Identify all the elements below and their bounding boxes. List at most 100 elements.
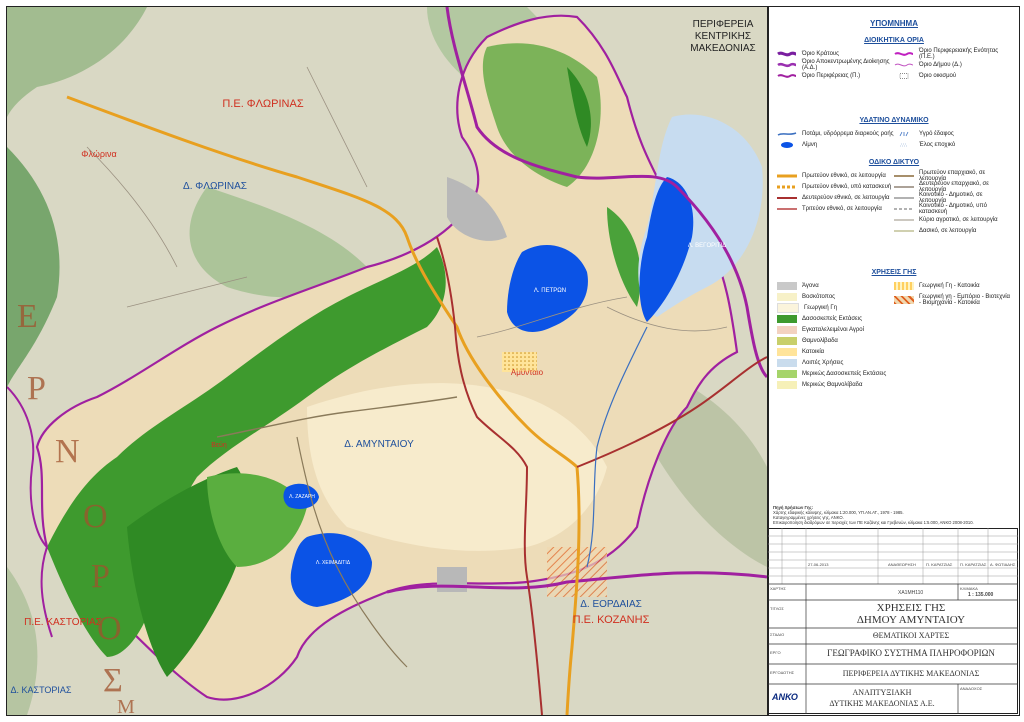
legend-label: Όριο Περιφέρειας (Π.) — [802, 72, 861, 79]
region-label-central-3: ΜΑΚΕΔΟΝΙΑΣ — [690, 43, 755, 54]
legend-item-georgiki-katoikia: Γεωργική Γη - Κατοικία — [894, 280, 1011, 291]
dasos-swatch — [777, 314, 797, 323]
legend-label: Λοιπές Χρήσεις — [802, 359, 844, 366]
legend-label: Κύριο αγροτικό, σε λειτουργία — [919, 216, 998, 223]
title-block: 27-06-2013 ΑΝΑΘΕΩΡΗΣΗ Π. ΚΑΡΑΤΖΙΑΣ Π. ΚΑ… — [768, 528, 1018, 714]
map-no-label: ΧΑΡΤΗΣ — [770, 586, 786, 591]
legend-label: Όριο Κράτους — [802, 50, 840, 57]
legend-label: Μερικώς Δασοσκεπείς Εκτάσεις — [802, 370, 887, 377]
mixed-use-swatch — [894, 296, 914, 304]
date-value: 27-06-2013 — [808, 562, 829, 567]
legend-item-settlement-boundary: Όριο οικισμού — [894, 70, 1011, 81]
contractor-name-1: ΑΝΑΠΤΥΞΙΑΚΗ — [852, 688, 912, 697]
legend-item-road-tertiary: Τριτεύον εθνικό, σε λειτουργία — [777, 203, 894, 214]
prov-primary-icon — [894, 174, 914, 177]
legend-label: Θαμνολίβαδα — [802, 337, 838, 344]
scale-label: ΚΛΙΜΑΚΑ — [960, 586, 978, 591]
legend-item-katoikia: Κατοικία — [777, 346, 894, 357]
unit-label-kozani: Π.Ε. ΚΟΖΑΝΗΣ — [573, 614, 650, 626]
legend-label: Άγονα — [802, 282, 819, 289]
map-frame[interactable]: ΠΕΡΙΦΕΡΕΙΑ ΚΕΝΤΡΙΚΗΣ ΜΑΚΕΔΟΝΙΑΣ Π.Ε. ΦΛΩ… — [6, 6, 768, 716]
legend-item-thamno: Θαμνολίβαδα — [777, 335, 894, 346]
mountain-letter-m: Μ — [117, 696, 135, 715]
decentralized-boundary-icon — [777, 62, 797, 67]
legend-label: Πρωτεύον εθνικό, σε λειτουργία — [802, 172, 886, 179]
legend-item-seasonal-marsh: Έλος εποχικό — [894, 139, 1011, 150]
mountain-letter-o1: Ο — [83, 498, 108, 535]
designed-by: Π. ΚΑΡΑΤΖΙΑΣ — [926, 562, 953, 567]
legend-item-region-boundary: Όριο Περιφέρειας (Π.) — [777, 70, 894, 81]
legend-label: Υγρό έδαφος — [919, 130, 954, 137]
barren-patch-south — [437, 567, 467, 592]
sources-note: Πηγή Χρήσεων Γης: Χάρτης εδαφικής κάλυψη… — [773, 505, 1015, 525]
contractor-label: ΑΝΑΔΟΧΟΣ — [960, 686, 983, 691]
municipality-boundary-icon — [894, 63, 914, 66]
settlement-boundary-icon — [899, 72, 909, 79]
legend-label: Εγκαταλελειμένοι Αγροί — [802, 326, 864, 333]
thamno-swatch — [777, 336, 797, 345]
legend-admin-title: ΔΙΟΙΚΗΤΙΚΑ ΟΡΙΑ — [864, 37, 924, 44]
legend-label: Κατοικία — [802, 348, 825, 355]
map-title-2: ΔΗΜΟΥ ΑΜΥΝΤΑΙΟΥ — [856, 614, 966, 626]
georgiki-katoikia-swatch — [894, 281, 914, 290]
legend-label: Μερικώς Θαμνολίβαδα — [802, 381, 863, 388]
legend-item-merikos-thamno: Μερικώς Θαμνολίβαδα — [777, 379, 894, 390]
drawn-by: Π. ΚΑΡΑΤΖΙΑΣ — [960, 562, 987, 567]
municipality-label-amyntaio: Δ. ΑΜΥΝΤΑΙΟΥ — [344, 439, 414, 450]
legend-title: ΥΠΟΜΝΗΜΑ — [870, 19, 918, 28]
agricultural-road-icon — [894, 219, 914, 220]
lake-label-cheimaditida[interactable]: Λ. ΧΕΙΜΑΔΙΤΙΔ — [316, 560, 351, 566]
legend-label: Ποτάμι, υδρόρρεμα διαρκούς ροής — [802, 130, 894, 137]
community-construction-icon — [894, 208, 914, 209]
legend-label: Δασικό, σε λειτουργία — [919, 227, 977, 234]
map-canvas[interactable]: ΠΕΡΙΦΕΡΕΙΑ ΚΕΝΤΡΙΚΗΣ ΜΑΚΕΔΟΝΙΑΣ Π.Ε. ΦΛΩ… — [7, 7, 767, 715]
road-construction-icon — [777, 185, 797, 188]
study-value: ΘΕΜΑΤΙΚΟΙ ΧΑΡΤΕΣ — [872, 631, 950, 640]
town-label-florina[interactable]: Φλώρινα — [81, 149, 116, 159]
legend-item-loipes: Λοιπές Χρήσεις — [777, 357, 894, 368]
town-label-amyntaio[interactable]: Αμύνταιο — [511, 368, 544, 377]
legend-label: Γεωργική γη - Εμπόριο - Βιοτεχνία - Βιομ… — [919, 294, 1011, 306]
municipality-label-kastoria: Δ. ΚΑΣΤΟΡΙΑΣ — [11, 685, 72, 695]
legend-item-community-road: Κοινοτικό - Δημοτικό, σε λειτουργία — [894, 192, 1011, 204]
georgiki-swatch — [777, 302, 799, 313]
legend-item-mixed-use: Γεωργική γη - Εμπόριο - Βιοτεχνία - Βιομ… — [894, 291, 1011, 309]
legend-item-voskotopos: Βοσκότοπος — [777, 291, 894, 302]
region-label-central-2: ΚΕΝΤΡΙΚΗΣ — [695, 31, 751, 42]
mountain-letter-s: Σ — [103, 662, 123, 699]
legend-item-dasos: Δασοσκεπείς Εκτάσεις — [777, 313, 894, 324]
legend-roads-title: ΟΔΙΚΟ ΔΙΚΤΥΟ — [868, 159, 920, 166]
mountain-letter-n: Ν — [55, 433, 80, 470]
legend-item-wetland: Υγρό έδαφος — [894, 128, 1011, 139]
lake-label-vegoritida[interactable]: Λ. ΒΕΓΟΡΙΤΙΔ — [688, 243, 726, 249]
seasonal-marsh-icon — [900, 143, 908, 146]
owner-value: ΠΕΡΙΦΕΡΕΙΑ ΔΥΤΙΚΗΣ ΜΑΚΕΔΟΝΙΑΣ — [842, 669, 980, 678]
municipality-label-florina: Δ. ΦΛΩΡΙΝΑΣ — [183, 181, 247, 192]
municipality-label-eordaia: Δ. ΕΟΡΔΑΙΑΣ — [580, 599, 642, 610]
legend-label: Όριο οικισμού — [919, 72, 957, 79]
road-primary-icon — [777, 174, 797, 177]
anko-logo: ΑΝΚΟ — [772, 692, 804, 704]
legend-landuse-title: ΧΡΗΣΕΙΣ ΓΗΣ — [871, 269, 917, 276]
unit-label-kastoria: Π.Ε. ΚΑΣΤΟΡΙΑΣ — [24, 617, 102, 628]
prov-secondary-icon — [894, 185, 914, 188]
lake-label-petron[interactable]: Λ. ΠΕΤΡΩΝ — [534, 288, 566, 294]
legend-label: Όριο Περιφερειακής Ενότητας (Π.Ε.) — [919, 47, 999, 60]
lake-label-zazari[interactable]: Λ. ΖΑΖΑΡΗ — [289, 494, 315, 500]
legend-label: Όριο Αποκεντρωμένης Διοίκησης (Α.Δ.) — [802, 58, 890, 71]
checked-by: Α. ΦΩΤΙΑΔΗΣ — [990, 562, 1016, 567]
legend-roads-section: ΟΔΙΚΟ ΔΙΚΤΥΟ Πρωτεύον εθνικό, σε λειτουρ… — [777, 159, 1011, 236]
legend-water-section: ΥΔΑΤΙΝΟ ΔΥΝΑΜΙΚΟ Ποτάμι, υδρόρρεμα διαρκ… — [777, 117, 1011, 150]
legend-item-prov-secondary: Δευτερεύον επαρχιακό, σε λειτουργία — [894, 181, 1011, 193]
loipes-swatch — [777, 358, 797, 367]
legend-item-lake: Λίμνη — [777, 139, 894, 150]
region-boundary-icon — [777, 73, 797, 78]
map-code: ΧΑ1ΜΗ110 — [898, 590, 924, 596]
legend-water-title: ΥΔΑΤΙΝΟ ΔΥΝΑΜΙΚΟ — [859, 117, 929, 124]
legend-item-forest-road: Δασικό, σε λειτουργία — [894, 225, 1011, 236]
legend-admin-section: ΔΙΟΙΚΗΤΙΚΑ ΟΡΙΑ Όριο Κράτους Όριο Αποκεν… — [777, 37, 1011, 81]
legend-item-road-primary: Πρωτεύον εθνικό, σε λειτουργία — [777, 170, 894, 181]
village-label-vevi[interactable]: Βεύη — [211, 441, 227, 449]
map-title-1: ΧΡΗΣΕΙΣ ΓΗΣ — [876, 602, 946, 614]
agona-swatch — [777, 281, 797, 290]
